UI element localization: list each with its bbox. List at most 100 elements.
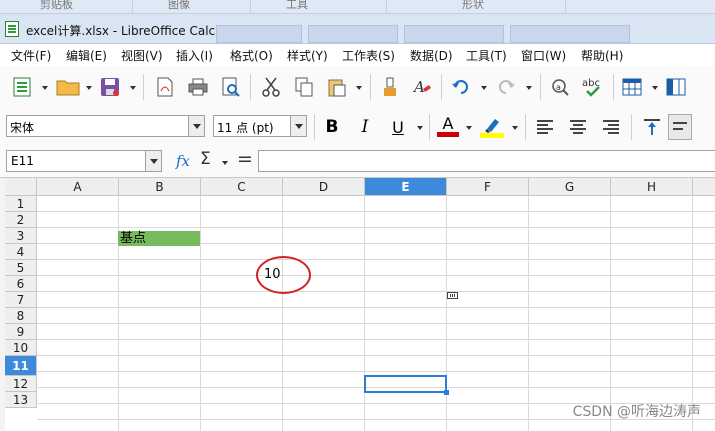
find-replace-icon[interactable]: a — [548, 76, 572, 98]
align-left-icon[interactable] — [533, 116, 557, 138]
menu-sheet[interactable]: 工作表(S) — [342, 47, 395, 64]
cell-b3[interactable]: 基点 — [118, 231, 200, 246]
row-header-13[interactable]: 13 — [5, 392, 37, 408]
column-header-g[interactable]: G — [529, 178, 611, 196]
chevron-down-icon[interactable] — [466, 126, 472, 130]
column-header-h[interactable]: H — [611, 178, 693, 196]
toolbar-separator — [613, 74, 614, 100]
underline-button[interactable]: U — [386, 116, 410, 138]
chevron-down-icon[interactable] — [417, 126, 423, 130]
sum-icon[interactable]: Σ — [200, 149, 211, 169]
function-wizard-icon[interactable]: fx — [176, 152, 190, 170]
align-center-icon[interactable] — [566, 116, 590, 138]
menu-edit[interactable]: 编辑(E) — [66, 47, 107, 64]
wrap-text-icon[interactable] — [668, 114, 692, 140]
background-tab[interactable] — [308, 25, 398, 43]
chevron-down-icon[interactable] — [512, 126, 518, 130]
column-icon[interactable] — [664, 76, 688, 98]
chevron-down-icon[interactable] — [222, 161, 228, 165]
chevron-down-icon[interactable] — [290, 116, 306, 136]
row-header-10[interactable]: 10 — [5, 340, 37, 356]
formula-input[interactable] — [258, 150, 715, 172]
menu-data[interactable]: 数据(D) — [410, 47, 453, 64]
row-header-1[interactable]: 1 — [5, 196, 37, 212]
select-all-corner[interactable] — [5, 178, 37, 196]
print-icon[interactable] — [186, 76, 210, 98]
column-header-e[interactable]: E — [365, 178, 447, 196]
toolbar-separator — [441, 74, 442, 100]
chevron-down-icon[interactable] — [188, 116, 204, 136]
ribbon-label: 形状 — [462, 0, 484, 11]
copy-icon[interactable] — [292, 76, 316, 98]
menu-insert[interactable]: 插入(I) — [176, 47, 213, 64]
clone-formatting-icon[interactable] — [378, 76, 402, 98]
export-pdf-icon[interactable] — [153, 76, 177, 98]
name-box[interactable]: E11 — [6, 150, 162, 172]
menu-file[interactable]: 文件(F) — [11, 47, 51, 64]
chevron-down-icon[interactable] — [356, 86, 362, 90]
chevron-down-icon[interactable] — [130, 86, 136, 90]
spreadsheet-grid[interactable]: A B C D E F G H 1 2 3 4 5 6 7 8 9 10 11 … — [0, 178, 715, 431]
menu-tools[interactable]: 工具(T) — [466, 47, 507, 64]
spellcheck-icon[interactable]: abc — [580, 74, 606, 100]
toolbar-separator — [540, 74, 541, 100]
font-size-combo[interactable]: 11 点 (pt) — [213, 115, 307, 137]
align-right-icon[interactable] — [599, 116, 623, 138]
row-header-12[interactable]: 12 — [5, 376, 37, 392]
print-preview-icon[interactable] — [219, 76, 243, 98]
row-header-3[interactable]: 3 — [5, 228, 37, 244]
menu-window[interactable]: 窗口(W) — [521, 47, 566, 64]
font-name-combo[interactable]: 宋体 — [6, 115, 205, 137]
row-header-5[interactable]: 5 — [5, 260, 37, 276]
align-top-icon[interactable] — [640, 116, 664, 138]
open-folder-icon[interactable] — [55, 76, 81, 98]
italic-button[interactable]: I — [353, 116, 377, 138]
column-header-c[interactable]: C — [201, 178, 283, 196]
menu-styles[interactable]: 样式(Y) — [287, 47, 328, 64]
cell-comment-marker-icon[interactable] — [447, 292, 458, 299]
background-tab[interactable] — [216, 25, 302, 43]
toolbar-separator — [250, 74, 251, 100]
font-color-letter: A — [442, 113, 454, 133]
row-header-11[interactable]: 11 — [5, 356, 37, 376]
chevron-down-icon[interactable] — [652, 86, 658, 90]
table-grid-icon[interactable] — [620, 76, 644, 98]
chevron-down-icon[interactable] — [42, 86, 48, 90]
font-color-button[interactable]: A — [436, 114, 460, 138]
bold-button[interactable]: B — [320, 116, 344, 138]
row-header-4[interactable]: 4 — [5, 244, 37, 260]
menu-view[interactable]: 视图(V) — [121, 47, 163, 64]
row-header-6[interactable]: 6 — [5, 276, 37, 292]
formatting-toolbar: 宋体 11 点 (pt) B I U A — [0, 108, 715, 146]
menu-format[interactable]: 格式(O) — [230, 47, 273, 64]
row-header-8[interactable]: 8 — [5, 308, 37, 324]
column-header-d[interactable]: D — [283, 178, 365, 196]
menu-help[interactable]: 帮助(H) — [581, 47, 623, 64]
selected-cell-e11[interactable] — [364, 375, 449, 395]
column-header-b[interactable]: B — [119, 178, 201, 196]
toolbar-separator — [143, 74, 144, 100]
row-header-2[interactable]: 2 — [5, 212, 37, 228]
new-document-icon[interactable] — [10, 76, 34, 98]
clear-formatting-icon[interactable]: A — [410, 76, 434, 98]
column-header-a[interactable]: A — [37, 178, 119, 196]
chevron-down-icon[interactable] — [145, 151, 161, 171]
background-tab[interactable] — [404, 25, 504, 43]
undo-icon[interactable] — [449, 76, 473, 98]
row-header-9[interactable]: 9 — [5, 324, 37, 340]
highlight-color-button[interactable] — [479, 114, 505, 140]
column-header-partial[interactable] — [693, 178, 715, 196]
ribbon-separator — [250, 0, 251, 13]
chevron-down-icon[interactable] — [481, 86, 487, 90]
column-header-f[interactable]: F — [447, 178, 529, 196]
redo-icon[interactable] — [494, 76, 518, 98]
paste-icon[interactable] — [325, 76, 349, 98]
background-tab[interactable] — [510, 25, 630, 43]
chevron-down-icon[interactable] — [86, 86, 92, 90]
chevron-down-icon[interactable] — [526, 86, 532, 90]
row-header-7[interactable]: 7 — [5, 292, 37, 308]
toolbar-separator — [314, 114, 315, 140]
formula-equals-icon[interactable]: = — [237, 148, 253, 170]
cut-icon[interactable] — [259, 76, 283, 98]
save-icon[interactable] — [98, 76, 122, 98]
